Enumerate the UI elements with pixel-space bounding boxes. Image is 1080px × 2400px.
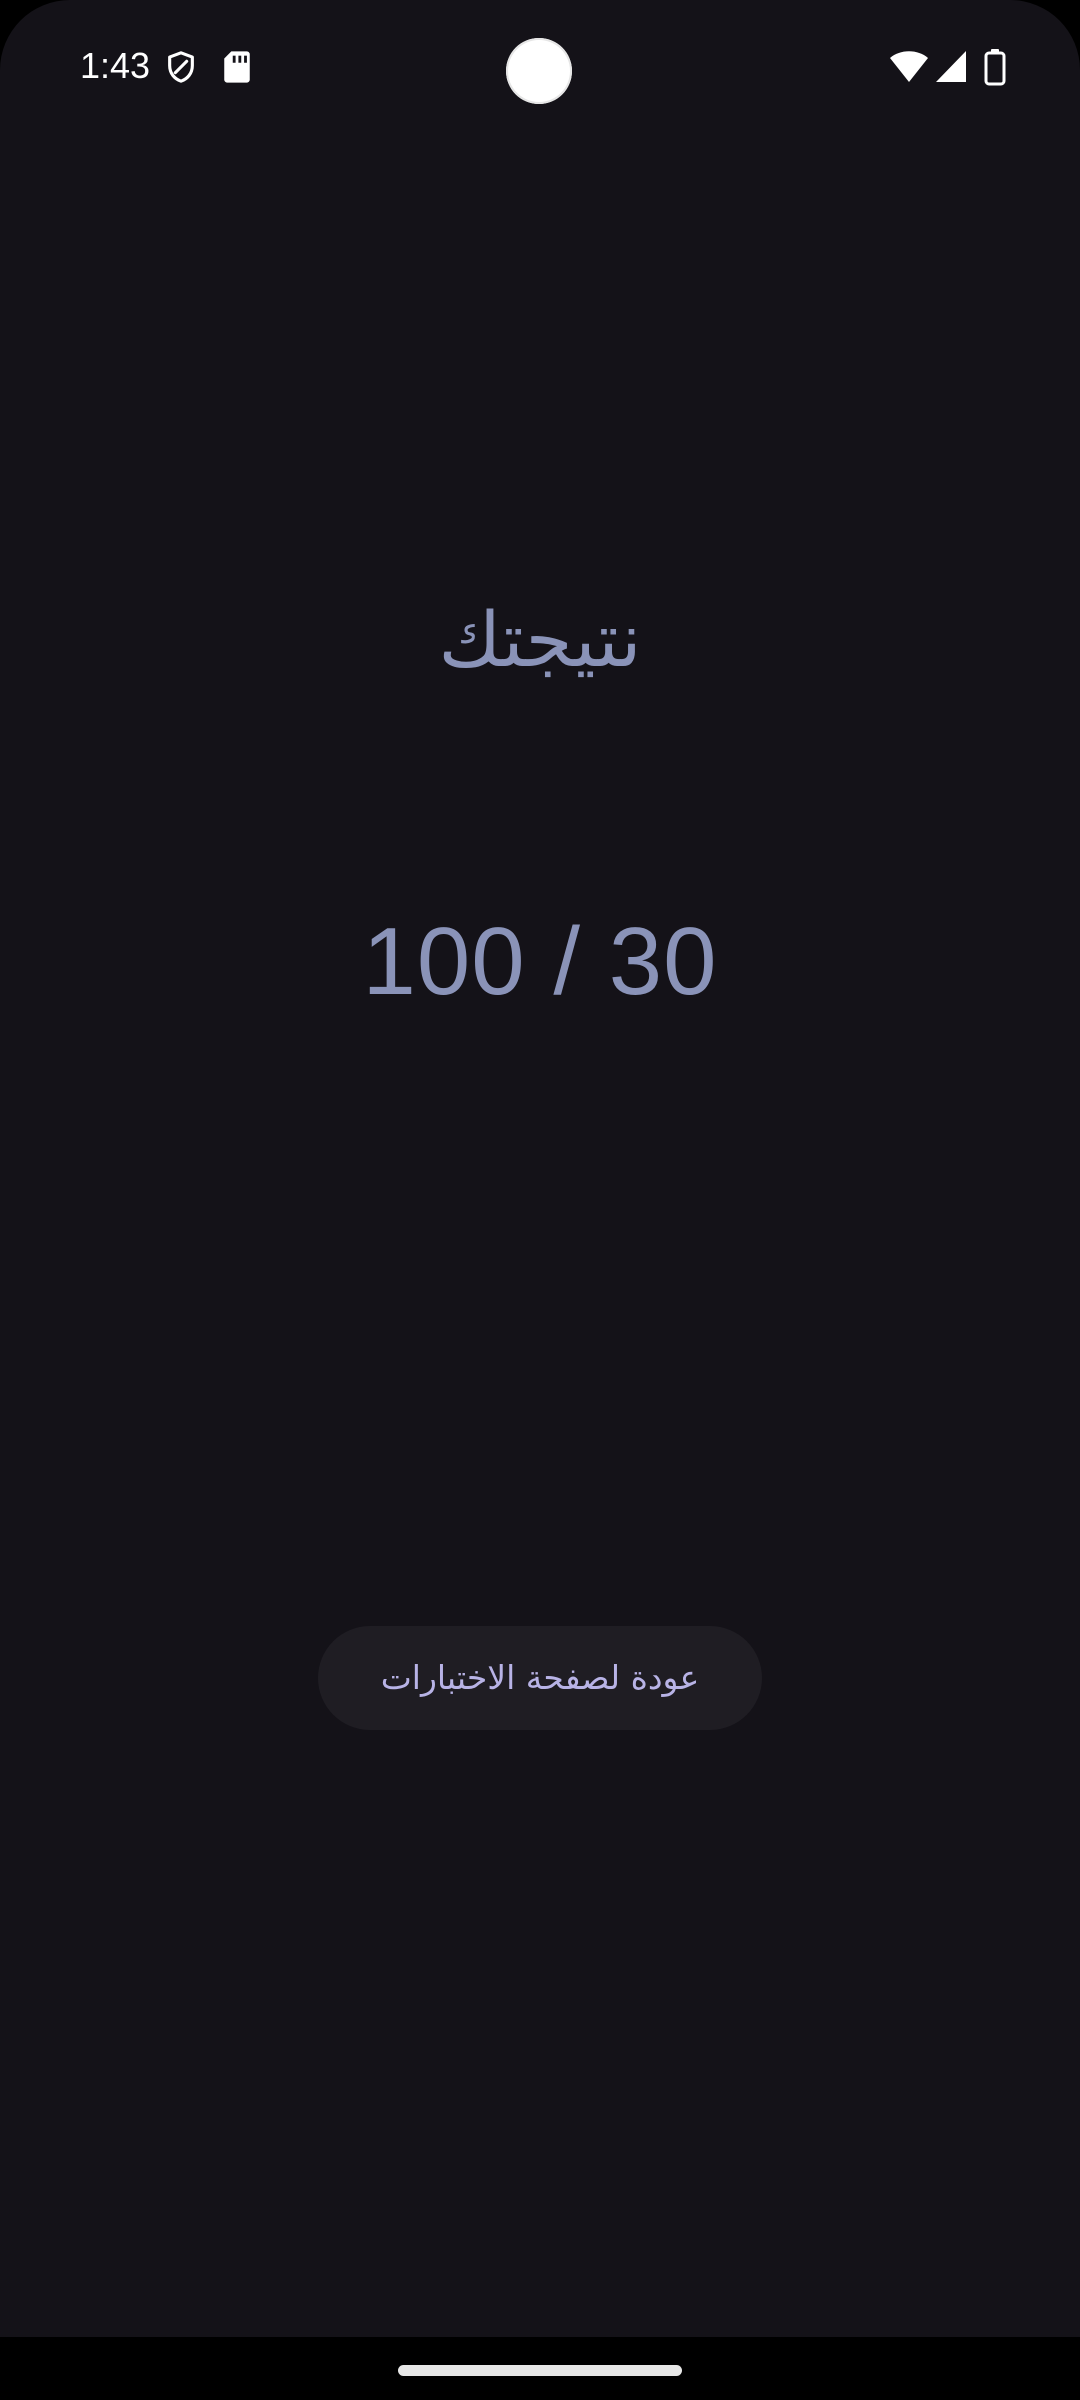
home-indicator[interactable] [398,2365,682,2376]
battery-icon [984,48,1006,86]
wifi-icon [888,48,930,86]
cellular-signal-icon [934,48,968,86]
app-screen: 1:43 نتيجتك 100 / 30 عودة لصفحة الاختبار… [0,0,1080,2337]
result-title: نتيجتك [438,595,642,684]
back-to-tests-button[interactable]: عودة لصفحة الاختبارات [318,1626,762,1730]
shield-icon [164,50,198,84]
status-bar: 1:43 [0,0,1080,136]
score-text: 100 / 30 [362,908,718,1015]
front-camera [506,38,572,104]
sd-card-icon [222,50,256,84]
status-time: 1:43 [80,45,151,86]
